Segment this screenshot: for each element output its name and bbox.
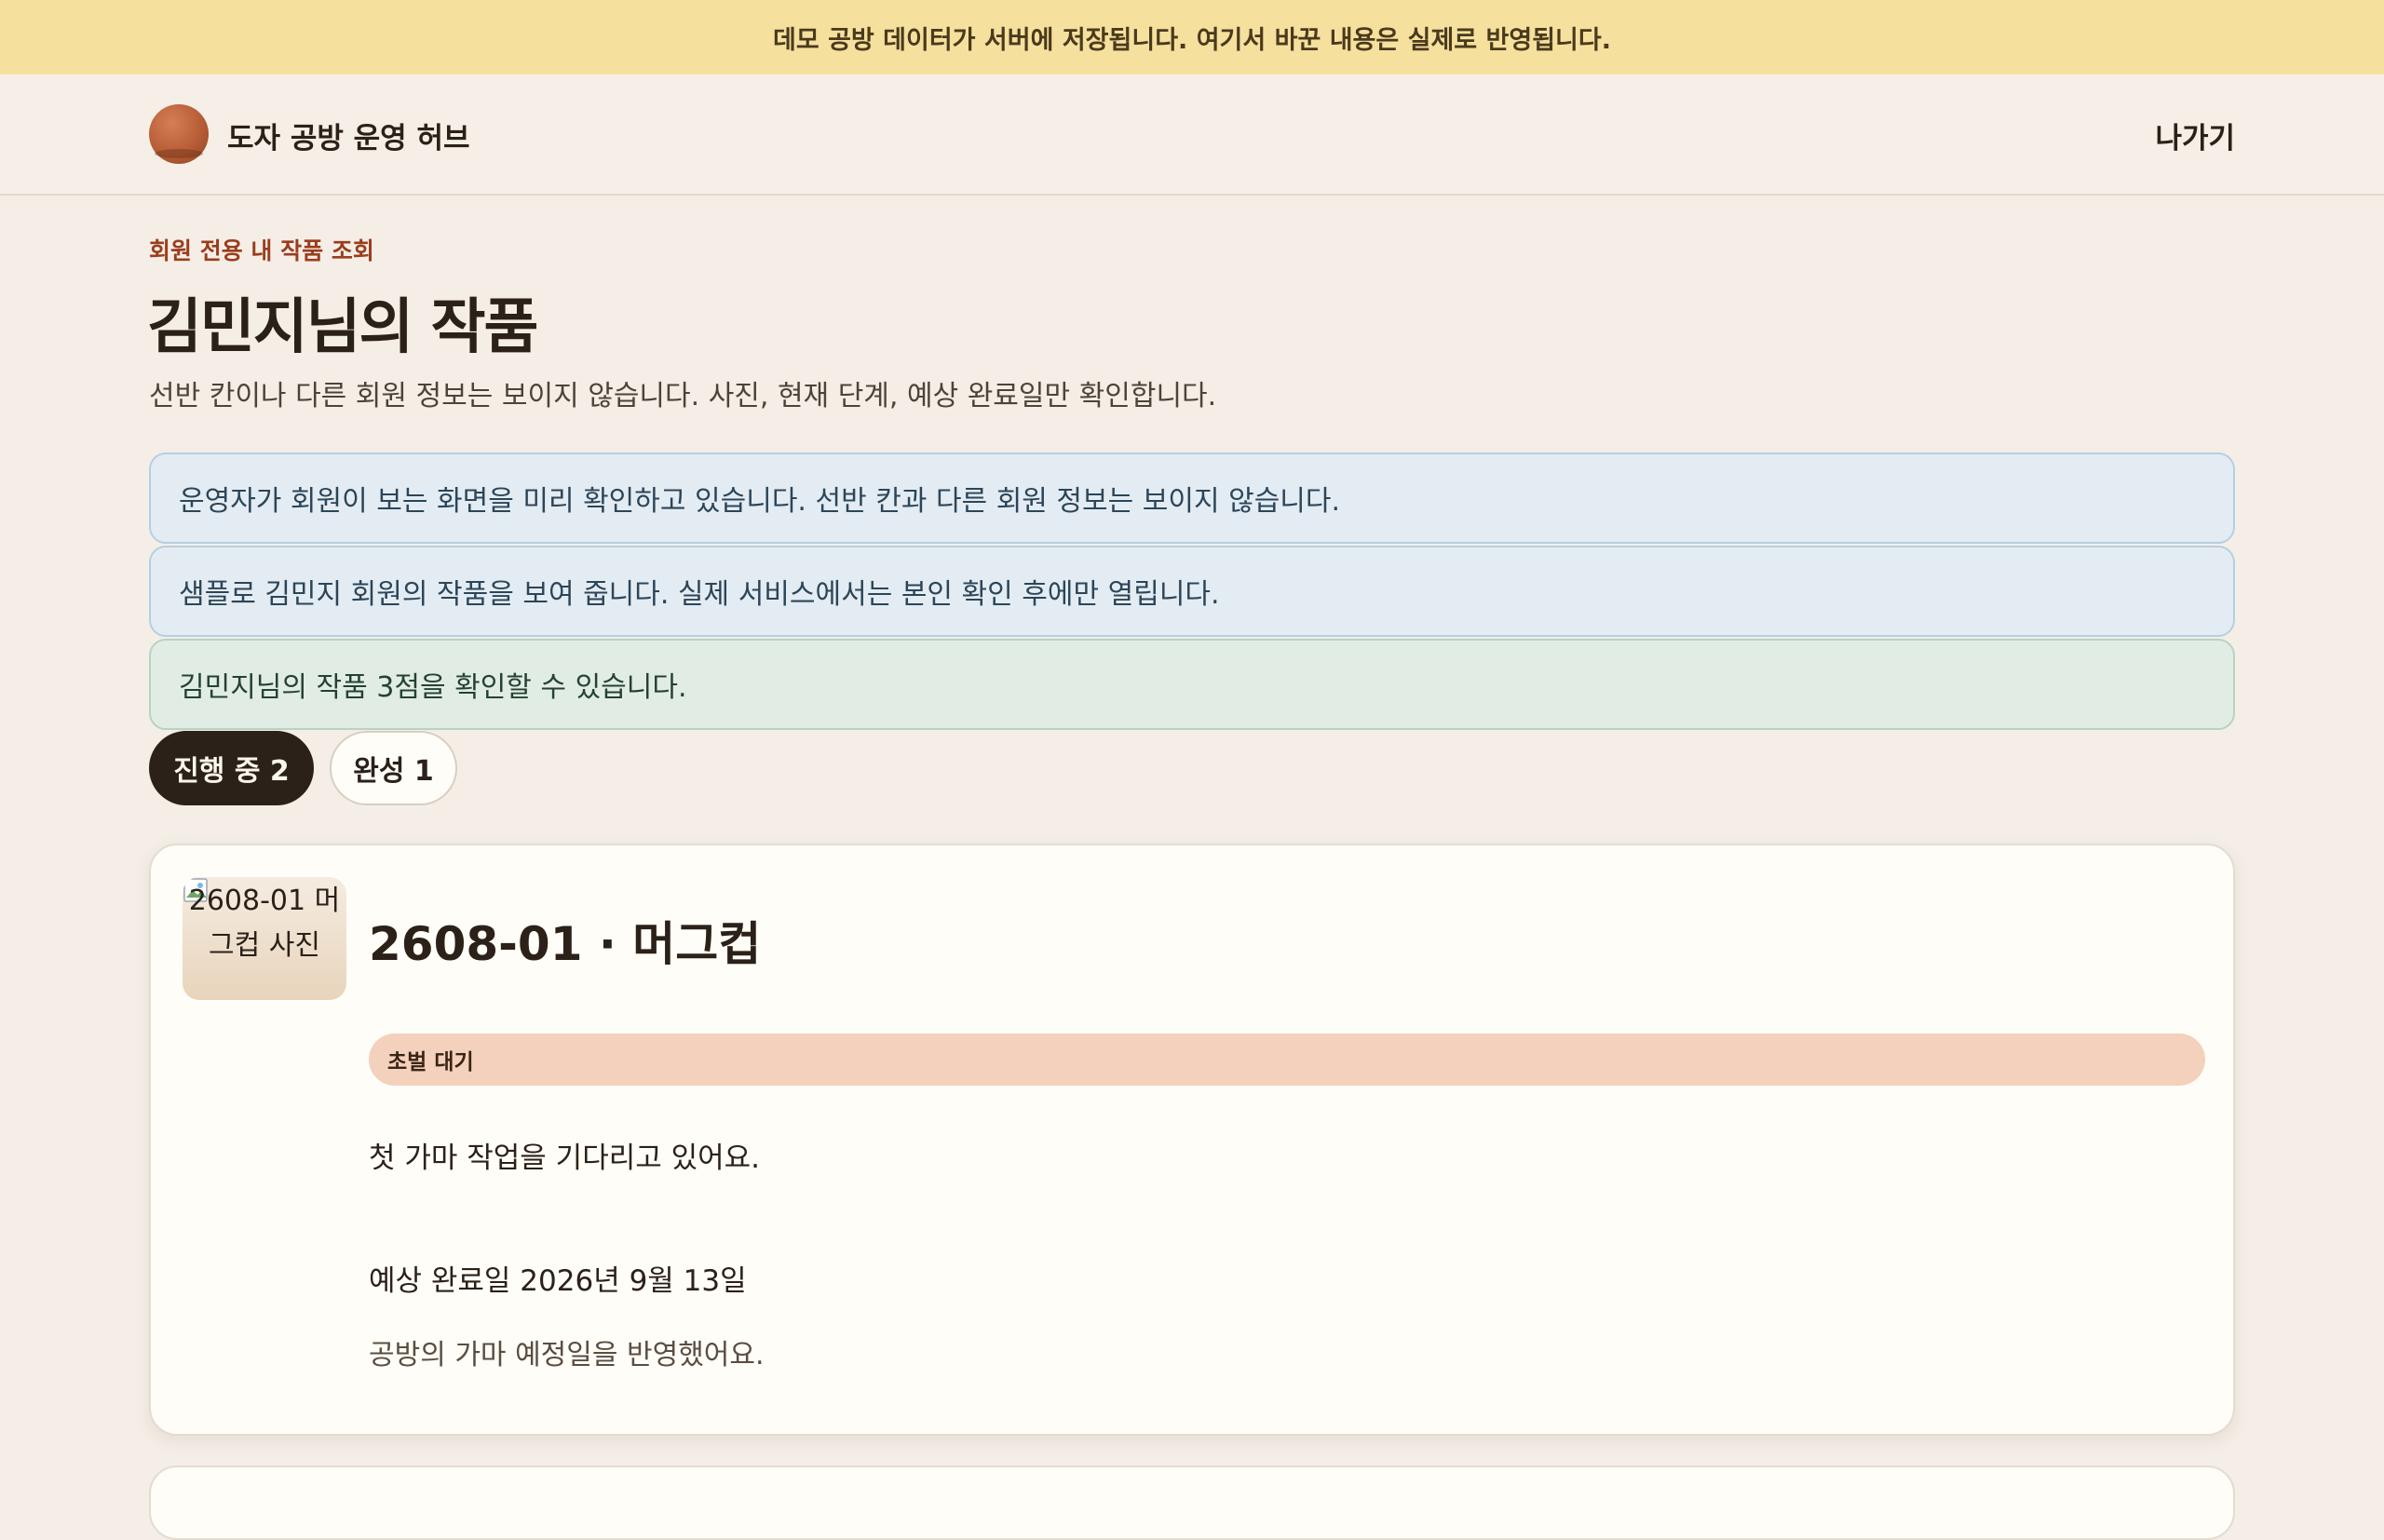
page-title: 김민지님의 작품 [147,293,538,362]
page-eyebrow: 회원 전용 내 작품 조회 [149,237,374,264]
work-card: 2608-01 머그컵 사진 2608-01 · 머그컵 초벌 대기 첫 가마 … [149,844,2235,1436]
app-title: 도자 공방 운영 허브 [227,121,470,155]
preview-notice-text: 운영자가 회원이 보는 화면을 미리 확인하고 있습니다. 선반 칸과 다른 회… [179,485,1341,518]
app-header: 도자 공방 운영 허브 나가기 [0,74,2384,196]
work-card-next [149,1466,2235,1540]
work-note: 공방의 가마 예정일을 반영했어요. [369,1339,765,1371]
work-eta: 예상 완료일 2026년 9월 13일 [369,1264,747,1298]
demo-banner-text: 데모 공방 데이터가 서버에 저장됩니다. 여기서 바꾼 내용은 실제로 반영됩… [773,25,1611,55]
sample-notice-text: 샘플로 김민지 회원의 작품을 보여 줍니다. 실제 서비스에서는 본인 확인 … [179,578,1220,611]
tab-completed[interactable]: 완성 1 [330,731,457,805]
page-description: 선반 칸이나 다른 회원 정보는 보이지 않습니다. 사진, 현재 단계, 예상… [149,380,1217,412]
work-status-message: 첫 가마 작업을 기다리고 있어요. [369,1141,761,1175]
work-photo: 2608-01 머그컵 사진 [183,877,346,1000]
exit-button[interactable]: 나가기 [2155,112,2235,158]
sample-notice: 샘플로 김민지 회원의 작품을 보여 줍니다. 실제 서비스에서는 본인 확인 … [149,546,2235,637]
clay-pot-icon [149,104,209,164]
demo-banner: 데모 공방 데이터가 서버에 저장됩니다. 여기서 바꾼 내용은 실제로 반영됩… [0,0,2384,74]
stage-badge: 초벌 대기 [369,1033,2205,1086]
preview-notice: 운영자가 회원이 보는 화면을 미리 확인하고 있습니다. 선반 칸과 다른 회… [149,453,2235,544]
work-photo-alt: 2608-01 머그컵 사진 [188,885,341,962]
work-count-notice: 김민지님의 작품 3점을 확인할 수 있습니다. [149,639,2235,730]
work-count-notice-text: 김민지님의 작품 3점을 확인할 수 있습니다. [179,671,687,704]
tab-in-progress[interactable]: 진행 중 2 [149,731,314,805]
work-title: 2608-01 · 머그컵 [369,917,762,971]
